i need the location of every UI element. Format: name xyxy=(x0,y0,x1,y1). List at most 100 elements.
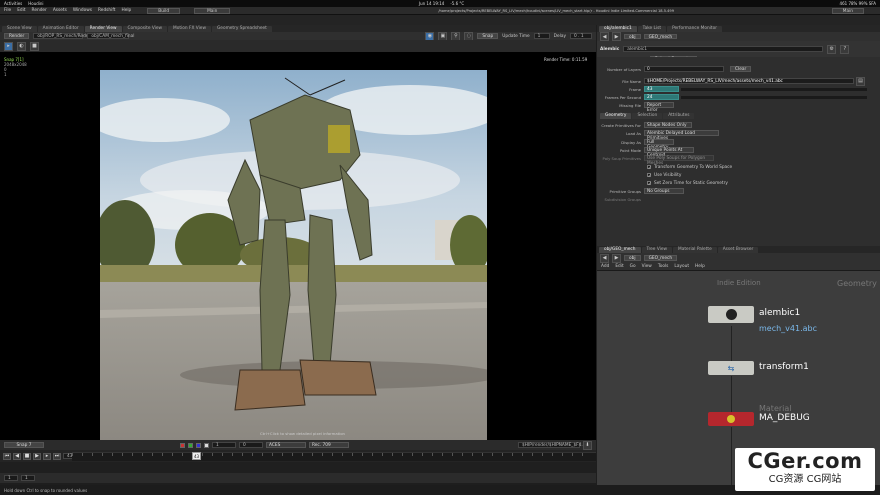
step-forward-icon[interactable]: ▸ xyxy=(43,452,51,460)
net-menu-view[interactable]: View xyxy=(642,264,652,269)
fps-field[interactable]: 24 xyxy=(644,94,679,100)
delay-field[interactable]: 0 . 1 xyxy=(570,33,592,39)
display-as-dropdown[interactable]: Full Geometry xyxy=(644,139,674,150)
snap-button[interactable]: Snap xyxy=(477,33,499,39)
fps-slider[interactable] xyxy=(681,95,867,99)
menu-help[interactable]: Help xyxy=(121,8,131,13)
green-channel-swatch[interactable] xyxy=(188,442,193,448)
stop-icon[interactable]: ■ xyxy=(30,41,39,51)
forward-icon[interactable]: ▶ xyxy=(612,32,621,41)
timeline-cursor[interactable]: 43 xyxy=(192,452,201,460)
file-browse-icon[interactable]: ▤ xyxy=(856,76,865,86)
frame-field[interactable]: 43 xyxy=(644,86,679,92)
range-start-field[interactable]: 1 xyxy=(4,475,18,481)
blue-channel-swatch[interactable] xyxy=(196,442,201,448)
check-use-visibility[interactable]: ✓ xyxy=(647,173,651,178)
snapshot-path-field[interactable]: $HIP/render/$HIPNAME_$F4.$ xyxy=(518,442,585,448)
jump-start-icon[interactable]: ⏮ xyxy=(3,452,11,460)
shelf-main-dropdown[interactable]: Main xyxy=(194,7,231,14)
desktop-build-dropdown[interactable]: Build xyxy=(147,7,181,14)
exposure-field[interactable]: 1 xyxy=(212,442,236,448)
channel-icon[interactable]: ◐ xyxy=(17,41,26,51)
subtab-selection[interactable]: Selection xyxy=(632,112,663,119)
alpha-channel-swatch[interactable] xyxy=(204,442,209,448)
activities-button[interactable]: Activities xyxy=(4,1,22,6)
play-icon[interactable]: ▶ xyxy=(33,452,41,460)
net-path-context[interactable]: obj xyxy=(624,255,641,261)
timeline-tick xyxy=(542,453,543,456)
menu-file[interactable]: File xyxy=(4,8,11,13)
menu-windows[interactable]: Windows xyxy=(73,8,92,13)
menu-render[interactable]: Render xyxy=(32,8,47,13)
select-icon[interactable]: ▸ xyxy=(4,41,13,51)
tray-status[interactable]: 461 78% 99% SFA xyxy=(840,1,876,6)
net-back-icon[interactable]: ◀ xyxy=(600,253,609,263)
net-menu-tools[interactable]: Tools xyxy=(658,264,669,269)
check-zero-time[interactable]: ✓ xyxy=(647,181,651,186)
missing-file-dropdown[interactable]: Report Error xyxy=(644,102,674,113)
range-end-field[interactable]: 1 xyxy=(21,475,35,481)
net-path-node[interactable]: GEO_mech xyxy=(643,255,678,261)
prim-groups-dropdown[interactable]: No Groups xyxy=(644,188,684,194)
gear-icon[interactable]: ⚙ xyxy=(827,44,837,54)
path-context[interactable]: obj xyxy=(624,33,641,40)
tab-tree-view[interactable]: Tree View xyxy=(641,246,673,253)
load-as-dropdown[interactable]: Alembic Delayed Load Primitives xyxy=(644,130,719,141)
net-menu-help[interactable]: Help xyxy=(695,264,705,269)
tab-scene-view[interactable]: Scene View xyxy=(2,25,37,32)
net-menu-layout[interactable]: Layout xyxy=(674,264,689,269)
net-forward-icon[interactable]: ▶ xyxy=(612,253,621,263)
jump-end-icon[interactable]: ⏭ xyxy=(53,452,61,460)
snapshot-dropdown[interactable]: Snap 7 xyxy=(4,442,44,448)
path-node[interactable]: GEO_mech xyxy=(643,33,678,40)
ocio-dropdown[interactable]: ACES xyxy=(266,442,306,448)
frame-slider[interactable] xyxy=(681,87,867,91)
gamma-field[interactable]: 0 xyxy=(239,442,263,448)
desktop-main-dropdown[interactable]: Main xyxy=(831,7,864,14)
node-ma-debug[interactable] xyxy=(708,412,754,426)
poly-soup-dropdown[interactable]: Use Poly Soups for Polygon Meshes xyxy=(644,155,714,166)
save-icon[interactable]: ⬇ xyxy=(583,440,592,450)
menu-edit[interactable]: Edit xyxy=(17,8,25,13)
create-prims-dropdown[interactable]: Shape Nodes Only xyxy=(644,122,692,128)
net-menu-edit[interactable]: Edit xyxy=(615,264,623,269)
clock[interactable]: Jun 14 19:14 xyxy=(419,1,444,6)
red-channel-swatch[interactable] xyxy=(180,442,185,448)
rop-path-field[interactable]: obj/ROP_RS_mech/Redshift_IPR xyxy=(33,33,104,39)
display-dropdown[interactable]: Rec. 709 xyxy=(309,442,349,448)
subtab-attributes[interactable]: Attributes xyxy=(663,112,695,119)
tab-composite-view[interactable]: Composite View xyxy=(122,25,168,32)
back-icon[interactable]: ◀ xyxy=(600,32,609,41)
camera-path-field[interactable]: obj/CAM_mech_final xyxy=(87,33,134,39)
update-time-field[interactable]: 1 xyxy=(533,33,550,39)
menu-redshift[interactable]: Redshift xyxy=(98,8,115,13)
menu-assets[interactable]: Assets xyxy=(53,8,67,13)
node-name-field[interactable]: alembic1 xyxy=(623,46,824,52)
app-name[interactable]: Houdini xyxy=(28,1,43,6)
net-menu-go[interactable]: Go xyxy=(630,264,636,269)
tab-performance-monitor[interactable]: Performance Monitor xyxy=(667,25,723,32)
timeline-ruler[interactable] xyxy=(72,452,596,461)
layers-field[interactable]: 0 xyxy=(644,66,724,72)
point-mode-dropdown[interactable]: Unique Points At Centroid xyxy=(644,147,694,158)
stop-icon-playbar[interactable]: ■ xyxy=(23,452,31,460)
tab-take-list[interactable]: Take List xyxy=(637,25,667,32)
subtab-geometry[interactable]: Geometry xyxy=(600,112,632,119)
node-alembic1[interactable] xyxy=(708,306,754,323)
help-icon[interactable]: ? xyxy=(840,44,850,54)
filename-field[interactable]: $HOME/Projects/REBELWAY_RS_LIV/mech/asse… xyxy=(644,78,854,84)
clear-button[interactable]: Clear xyxy=(730,66,752,72)
tab-network[interactable]: obj/GEO_mech xyxy=(599,246,641,253)
step-back-icon[interactable]: ◀ xyxy=(13,452,21,460)
node-transform1[interactable]: ⇆ xyxy=(708,361,754,375)
render-button[interactable]: Render xyxy=(4,33,30,39)
tab-parameters[interactable]: obj/alembic1 xyxy=(599,25,637,32)
check-transform-world[interactable]: ✓ xyxy=(647,165,651,170)
tab-motion-fx-view[interactable]: Motion FX View xyxy=(168,25,211,32)
net-menu-add[interactable]: Add xyxy=(601,264,609,269)
tab-asset-browser[interactable]: Asset Browser xyxy=(717,246,759,253)
tab-geometry-spreadsheet[interactable]: Geometry Spreadsheet xyxy=(211,25,272,32)
tab-animation-editor[interactable]: Animation Editor xyxy=(37,25,84,32)
tab-material-palette[interactable]: Material Palette xyxy=(673,246,717,253)
tab-render-view[interactable]: Render View xyxy=(84,25,122,32)
